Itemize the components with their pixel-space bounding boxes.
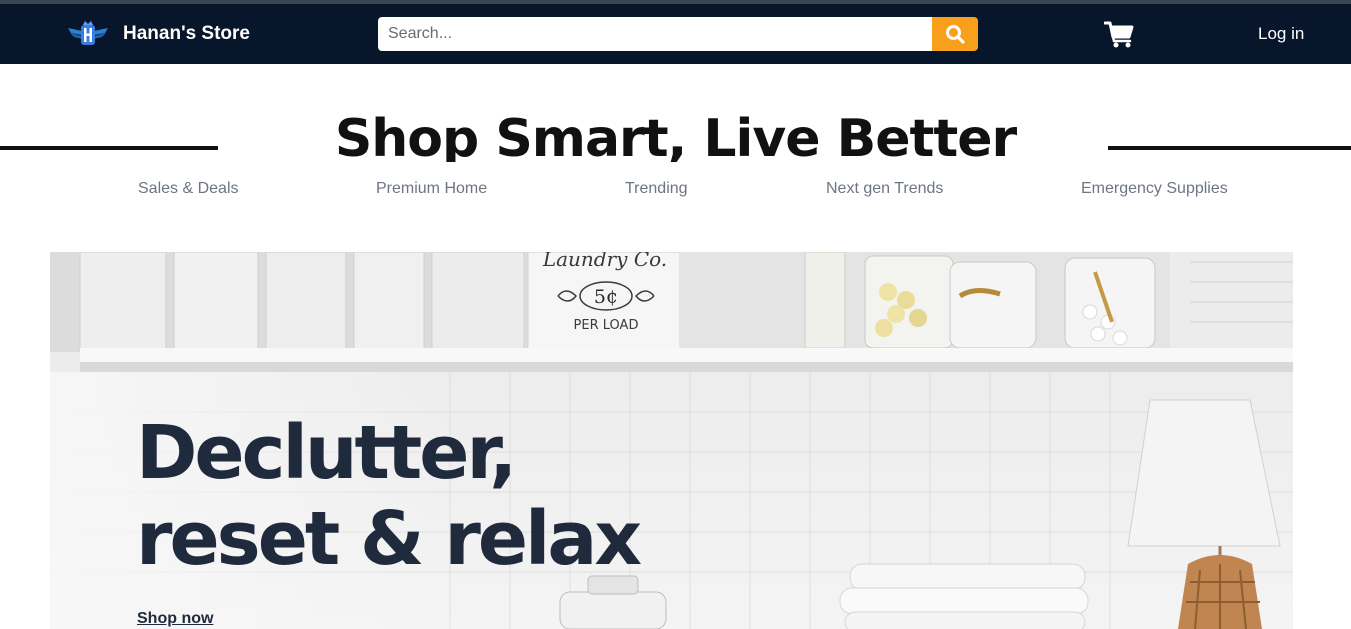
headline-divider-right [1108, 146, 1351, 150]
category-premium-home[interactable]: Premium Home [376, 180, 487, 198]
winged-h-logo-icon [68, 21, 108, 45]
brand[interactable]: Hanan's Store [66, 4, 250, 64]
page-headline: Shop Smart, Live Better [334, 109, 1017, 162]
jar-label-unit: PER LOAD [574, 318, 639, 333]
search-icon [946, 25, 965, 44]
hero-banner[interactable]: Laundry Co. 5¢ PER LOAD Declutter, reset… [50, 252, 1293, 629]
category-nav: Sales & Deals Premium Home Trending Next… [0, 180, 1351, 206]
hero-title-line2: reset & relax [136, 496, 642, 582]
brand-name: Hanan's Store [123, 23, 250, 44]
headline-section: Shop Smart, Live Better [0, 64, 1351, 172]
shop-now-link[interactable]: Shop now [137, 610, 213, 628]
jar-label-brand: Laundry Co. [542, 252, 667, 271]
category-next-gen-trends[interactable]: Next gen Trends [826, 180, 943, 198]
login-link[interactable]: Log in [1258, 4, 1304, 64]
search-bar [378, 17, 978, 51]
jar-label-price: 5¢ [594, 286, 618, 308]
search-button[interactable] [932, 17, 978, 51]
hero-title: Declutter, reset & relax [136, 410, 642, 582]
navbar: Hanan's Store Log in [0, 4, 1351, 64]
cart-icon[interactable] [1104, 20, 1134, 48]
category-trending[interactable]: Trending [625, 180, 688, 198]
category-emergency-supplies[interactable]: Emergency Supplies [1081, 180, 1228, 198]
hero-title-line1: Declutter, [136, 410, 517, 496]
search-input[interactable] [378, 17, 932, 51]
category-sales-deals[interactable]: Sales & Deals [138, 180, 239, 198]
